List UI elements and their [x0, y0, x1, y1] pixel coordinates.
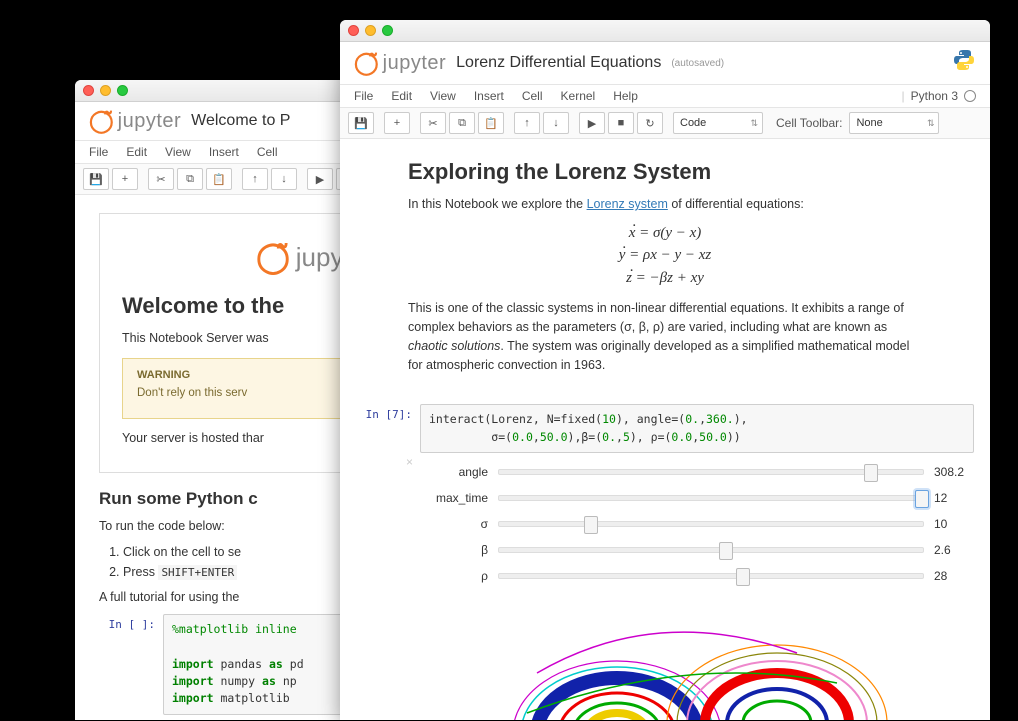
menu-cell[interactable]: Cell: [257, 145, 278, 159]
menu-file[interactable]: File: [354, 89, 373, 103]
slider-value: 10: [934, 517, 974, 531]
jupyter-logo: ◯̃ jupyter: [89, 108, 181, 134]
page-title: Exploring the Lorenz System: [408, 159, 922, 185]
slider-label: σ: [420, 517, 488, 531]
menu-kernel[interactable]: Kernel: [561, 89, 596, 103]
logo-icon: ◯̃: [354, 50, 379, 76]
slider-track[interactable]: [498, 521, 924, 527]
foreground-window: ◯̃ jupyter Lorenz Differential Equations…: [340, 20, 990, 720]
cut-button[interactable]: ✂: [148, 168, 174, 190]
notebook-title[interactable]: Welcome to P: [191, 112, 290, 130]
notebook-header: ◯̃ jupyter Lorenz Differential Equations…: [340, 42, 990, 85]
save-button[interactable]: 💾: [348, 112, 374, 134]
notebook-title[interactable]: Lorenz Differential Equations: [456, 54, 661, 72]
equations: x = σ(y − x) y = ρx − y − xz z = −βz + x…: [408, 222, 922, 290]
logo-text: jupyter: [118, 110, 182, 133]
slider-thumb[interactable]: [864, 464, 878, 482]
slider-track[interactable]: [498, 573, 924, 579]
move-down-button[interactable]: ↓: [271, 168, 297, 190]
toolbar: 💾 + ✂ ⧉ 📋 ↑ ↓ ▶ ■ ↻ Code Cell Toolbar: N…: [340, 108, 990, 139]
widget-output: × angle308.2max_time12σ10β2.6ρ28: [420, 453, 974, 595]
kernel-status-icon: [964, 90, 976, 102]
save-button[interactable]: 💾: [83, 168, 109, 190]
traffic-lights: [83, 85, 128, 96]
lorenz-link[interactable]: Lorenz system: [587, 197, 668, 211]
minimize-icon[interactable]: [100, 85, 111, 96]
restart-button[interactable]: ↻: [637, 112, 663, 134]
slider-value: 28: [934, 569, 974, 583]
paste-button[interactable]: 📋: [478, 112, 504, 134]
stop-button[interactable]: ■: [608, 112, 634, 134]
slider-label: ρ: [420, 569, 488, 583]
code-cell[interactable]: In [7]: interact(Lorenz, N=fixed(10), an…: [356, 404, 974, 720]
slider-value: 308.2: [934, 465, 974, 479]
slider-track[interactable]: [498, 547, 924, 553]
slider-ρ: ρ 28: [420, 563, 974, 589]
menu-file[interactable]: File: [89, 145, 108, 159]
slider-thumb[interactable]: [915, 490, 929, 508]
menu-help[interactable]: Help: [613, 89, 638, 103]
cell-type-select[interactable]: Code: [673, 112, 763, 134]
kernel-indicator: | Python 3: [902, 89, 977, 103]
lorenz-plot: [420, 613, 974, 720]
slider-value: 2.6: [934, 543, 974, 557]
slider-thumb[interactable]: [584, 516, 598, 534]
menu-edit[interactable]: Edit: [391, 89, 412, 103]
run-button[interactable]: ▶: [579, 112, 605, 134]
notebook-content: Exploring the Lorenz System In this Note…: [340, 139, 990, 720]
add-cell-button[interactable]: +: [112, 168, 138, 190]
traffic-lights: [348, 25, 393, 36]
copy-button[interactable]: ⧉: [177, 168, 203, 190]
paste-button[interactable]: 📋: [206, 168, 232, 190]
close-icon[interactable]: [83, 85, 94, 96]
python-logo-icon: [952, 48, 976, 78]
slider-track[interactable]: [498, 495, 924, 501]
cell-toolbar-select[interactable]: None: [849, 112, 939, 134]
slider-label: max_time: [420, 491, 488, 505]
slider-β: β 2.6: [420, 537, 974, 563]
menu-insert[interactable]: Insert: [474, 89, 504, 103]
kernel-name[interactable]: Python 3: [911, 89, 958, 103]
logo-icon: ◯̃: [256, 240, 290, 275]
copy-button[interactable]: ⧉: [449, 112, 475, 134]
logo-icon: ◯̃: [89, 108, 114, 134]
slider-max_time: max_time 12: [420, 485, 974, 511]
slider-track[interactable]: [498, 469, 924, 475]
slider-label: β: [420, 543, 488, 557]
close-icon[interactable]: [348, 25, 359, 36]
input-prompt: In [ ]:: [99, 614, 163, 714]
code-input[interactable]: interact(Lorenz, N=fixed(10), angle=(0.,…: [420, 404, 974, 453]
menu-view[interactable]: View: [165, 145, 191, 159]
menu-edit[interactable]: Edit: [126, 145, 147, 159]
slider-value: 12: [934, 491, 974, 505]
minimize-icon[interactable]: [365, 25, 376, 36]
logo-text: jupyter: [383, 52, 447, 75]
zoom-icon[interactable]: [382, 25, 393, 36]
menu-cell[interactable]: Cell: [522, 89, 543, 103]
intro-text: In this Notebook we explore the Lorenz s…: [408, 195, 922, 214]
move-down-button[interactable]: ↓: [543, 112, 569, 134]
slider-σ: σ 10: [420, 511, 974, 537]
add-cell-button[interactable]: +: [384, 112, 410, 134]
shortcut-key: SHIFT+ENTER: [158, 565, 237, 580]
menu-view[interactable]: View: [430, 89, 456, 103]
titlebar[interactable]: [340, 20, 990, 42]
cell-toolbar-label: Cell Toolbar:: [776, 116, 842, 130]
move-up-button[interactable]: ↑: [242, 168, 268, 190]
jupyter-logo: ◯̃ jupyter: [354, 50, 446, 76]
zoom-icon[interactable]: [117, 85, 128, 96]
close-widget-icon[interactable]: ×: [406, 455, 413, 469]
description-text: This is one of the classic systems in no…: [408, 299, 922, 374]
slider-thumb[interactable]: [736, 568, 750, 586]
slider-label: angle: [420, 465, 488, 479]
autosave-status: (autosaved): [671, 58, 724, 69]
move-up-button[interactable]: ↑: [514, 112, 540, 134]
menubar: File Edit View Insert Cell Kernel Help |…: [340, 85, 990, 108]
slider-angle: angle 308.2: [420, 459, 974, 485]
run-button[interactable]: ▶: [307, 168, 333, 190]
slider-thumb[interactable]: [719, 542, 733, 560]
input-prompt: In [7]:: [356, 404, 420, 720]
menu-insert[interactable]: Insert: [209, 145, 239, 159]
cut-button[interactable]: ✂: [420, 112, 446, 134]
